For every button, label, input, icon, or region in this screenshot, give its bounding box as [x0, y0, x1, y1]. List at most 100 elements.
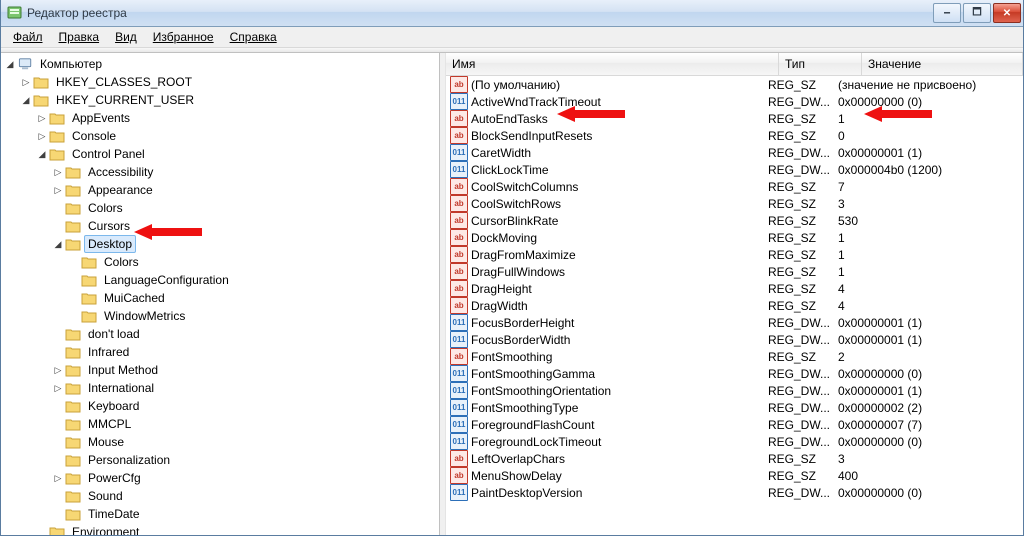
- value-type: REG_DW...: [768, 435, 838, 449]
- tree-node-environment[interactable]: ▷Environment: [1, 523, 439, 535]
- collapse-icon[interactable]: ◢: [3, 57, 17, 71]
- table-row[interactable]: 011FocusBorderWidthREG_DW...0x00000001 (…: [446, 331, 1023, 348]
- table-row[interactable]: 011ForegroundFlashCountREG_DW...0x000000…: [446, 416, 1023, 433]
- expand-icon[interactable]: ▷: [51, 381, 65, 395]
- tree-node-international[interactable]: ▷International: [1, 379, 439, 397]
- column-header-type[interactable]: Тип: [779, 53, 862, 75]
- table-row[interactable]: abDragWidthREG_SZ4: [446, 297, 1023, 314]
- string-value-icon: ab: [450, 178, 468, 195]
- table-row[interactable]: abDockMovingREG_SZ1: [446, 229, 1023, 246]
- table-row[interactable]: 011ActiveWndTrackTimeoutREG_DW...0x00000…: [446, 93, 1023, 110]
- table-row[interactable]: 011ForegroundLockTimeoutREG_DW...0x00000…: [446, 433, 1023, 450]
- table-row[interactable]: 011ClickLockTimeREG_DW...0x000004b0 (120…: [446, 161, 1023, 178]
- table-row[interactable]: ab(По умолчанию)REG_SZ(значение не присв…: [446, 76, 1023, 93]
- table-row[interactable]: abCoolSwitchRowsREG_SZ3: [446, 195, 1023, 212]
- list-body[interactable]: ab(По умолчанию)REG_SZ(значение не присв…: [446, 76, 1023, 535]
- tree-pane[interactable]: ◢ Компьютер ▷ HKEY_CLASSES_ROOT: [1, 53, 440, 535]
- tree-node-muicached[interactable]: ▷MuiCached: [1, 289, 439, 307]
- tree-node-dontload[interactable]: ▷don't load: [1, 325, 439, 343]
- value-name: CoolSwitchColumns: [471, 180, 578, 194]
- tree-node-mmcpl[interactable]: ▷MMCPL: [1, 415, 439, 433]
- expand-icon[interactable]: ▷: [35, 111, 49, 125]
- close-button[interactable]: ✕: [993, 3, 1021, 23]
- collapse-icon[interactable]: ◢: [19, 93, 33, 107]
- menu-view[interactable]: Вид: [107, 28, 145, 46]
- expand-icon[interactable]: ▷: [19, 75, 33, 89]
- tree-node-mouse[interactable]: ▷Mouse: [1, 433, 439, 451]
- value-data: 0x00000001 (1): [838, 384, 1023, 398]
- tree-label: Desktop: [84, 235, 136, 253]
- tree-node-infrared[interactable]: ▷Infrared: [1, 343, 439, 361]
- value-type: REG_SZ: [768, 78, 838, 92]
- tree-node-appearance[interactable]: ▷Appearance: [1, 181, 439, 199]
- tree-node-windowmetrics[interactable]: ▷WindowMetrics: [1, 307, 439, 325]
- expand-icon[interactable]: ▷: [35, 129, 49, 143]
- folder-icon: [81, 272, 97, 288]
- value-data: 0x00000001 (1): [838, 146, 1023, 160]
- folder-icon: [81, 290, 97, 306]
- tree-node-timedate[interactable]: ▷TimeDate: [1, 505, 439, 523]
- tree-node-powercfg[interactable]: ▷PowerCfg: [1, 469, 439, 487]
- tree-node-colors[interactable]: ▷Colors: [1, 199, 439, 217]
- table-row[interactable]: abDragHeightREG_SZ4: [446, 280, 1023, 297]
- value-name: MenuShowDelay: [471, 469, 562, 483]
- table-row[interactable]: abAutoEndTasksREG_SZ1: [446, 110, 1023, 127]
- column-header-value[interactable]: Значение: [862, 53, 1023, 75]
- table-row[interactable]: 011FontSmoothingGammaREG_DW...0x00000000…: [446, 365, 1023, 382]
- table-row[interactable]: abMenuShowDelayREG_SZ400: [446, 467, 1023, 484]
- tree-node-hkcr[interactable]: ▷ HKEY_CLASSES_ROOT: [1, 73, 439, 91]
- tree-node-inputmethod[interactable]: ▷Input Method: [1, 361, 439, 379]
- expand-icon[interactable]: ▷: [51, 183, 65, 197]
- tree-node-desktop[interactable]: ◢ Desktop: [1, 235, 439, 253]
- collapse-icon[interactable]: ◢: [35, 147, 49, 161]
- table-row[interactable]: abCursorBlinkRateREG_SZ530: [446, 212, 1023, 229]
- string-value-icon: ab: [450, 280, 468, 297]
- menu-file[interactable]: Файл: [5, 28, 51, 46]
- menu-edit[interactable]: Правка: [51, 28, 108, 46]
- minimize-button[interactable]: 🗕: [933, 3, 961, 23]
- tree-node-desktop-colors[interactable]: ▷Colors: [1, 253, 439, 271]
- folder-icon: [65, 344, 81, 360]
- column-header-name[interactable]: Имя: [446, 53, 779, 75]
- expand-icon[interactable]: ▷: [51, 165, 65, 179]
- table-row[interactable]: abCoolSwitchColumnsREG_SZ7: [446, 178, 1023, 195]
- table-row[interactable]: 011FocusBorderHeightREG_DW...0x00000001 …: [446, 314, 1023, 331]
- tree-node-computer[interactable]: ◢ Компьютер: [1, 55, 439, 73]
- table-row[interactable]: 011FontSmoothingOrientationREG_DW...0x00…: [446, 382, 1023, 399]
- table-row[interactable]: 011PaintDesktopVersionREG_DW...0x0000000…: [446, 484, 1023, 501]
- tree-node-appevents[interactable]: ▷AppEvents: [1, 109, 439, 127]
- tree-node-langconfig[interactable]: ▷LanguageConfiguration: [1, 271, 439, 289]
- tree-node-personalization[interactable]: ▷Personalization: [1, 451, 439, 469]
- tree-label: Console: [68, 127, 120, 145]
- maximize-button[interactable]: 🗖: [963, 3, 991, 23]
- tree-node-accessibility[interactable]: ▷Accessibility: [1, 163, 439, 181]
- value-data: 0x00000001 (1): [838, 316, 1023, 330]
- menu-favorites[interactable]: Избранное: [145, 28, 222, 46]
- tree-node-sound[interactable]: ▷Sound: [1, 487, 439, 505]
- expand-icon[interactable]: ▷: [51, 363, 65, 377]
- value-type: REG_SZ: [768, 197, 838, 211]
- tree-node-keyboard[interactable]: ▷Keyboard: [1, 397, 439, 415]
- tree-node-control-panel[interactable]: ◢Control Panel: [1, 145, 439, 163]
- registry-tree: ◢ Компьютер ▷ HKEY_CLASSES_ROOT: [1, 55, 439, 535]
- table-row[interactable]: 011FontSmoothingTypeREG_DW...0x00000002 …: [446, 399, 1023, 416]
- tree-label: Colors: [100, 253, 143, 271]
- expand-icon[interactable]: ▷: [51, 471, 65, 485]
- menu-help[interactable]: Справка: [222, 28, 285, 46]
- table-row[interactable]: abDragFromMaximizeREG_SZ1: [446, 246, 1023, 263]
- folder-icon: [49, 110, 65, 126]
- table-row[interactable]: abFontSmoothingREG_SZ2: [446, 348, 1023, 365]
- table-row[interactable]: abLeftOverlapCharsREG_SZ3: [446, 450, 1023, 467]
- value-type: REG_SZ: [768, 112, 838, 126]
- value-name: ForegroundFlashCount: [471, 418, 594, 432]
- collapse-icon[interactable]: ◢: [51, 237, 65, 251]
- value-data: 2: [838, 350, 1023, 364]
- tree-node-cursors[interactable]: ▷Cursors: [1, 217, 439, 235]
- value-type: REG_DW...: [768, 316, 838, 330]
- table-row[interactable]: 011CaretWidthREG_DW...0x00000001 (1): [446, 144, 1023, 161]
- table-row[interactable]: abDragFullWindowsREG_SZ1: [446, 263, 1023, 280]
- tree-node-hkcu[interactable]: ◢ HKEY_CURRENT_USER: [1, 91, 439, 109]
- tree-node-console[interactable]: ▷ Console: [1, 127, 439, 145]
- value-name: FontSmoothingOrientation: [471, 384, 611, 398]
- table-row[interactable]: abBlockSendInputResetsREG_SZ0: [446, 127, 1023, 144]
